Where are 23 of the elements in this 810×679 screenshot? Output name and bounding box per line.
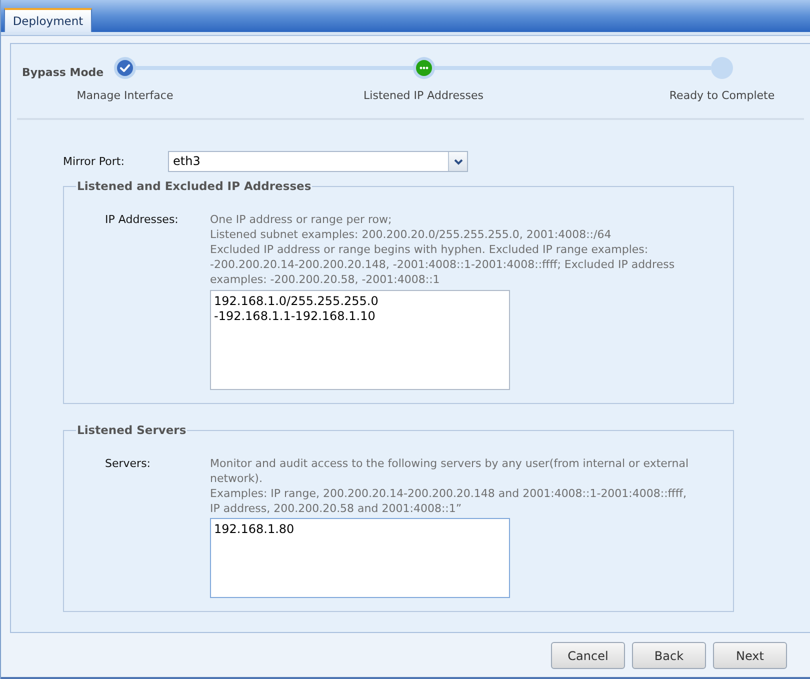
tab[interactable]: Deployment [4, 8, 92, 32]
field-label: Servers: [105, 456, 152, 471]
wizard-button[interactable]: Cancel [551, 642, 625, 669]
step-label: Listened IP Addresses [364, 88, 484, 103]
hint-text: Examples: IP range, 200.200.20.14-200.200.20.148 and 2001:4008::1-2001:4008::ffff, IP address, 200.200.20.58 and 2001:4008::1” [210, 486, 688, 516]
step-label: Ready to Complete [669, 88, 775, 103]
field-label: Mirror Port: [63, 154, 126, 169]
address-textarea[interactable]: 192.168.1.0/255.255.255.0 -192.168.1.1-192.168.1.10 [210, 290, 510, 390]
mirror-port-select[interactable]: eth3 [168, 151, 468, 172]
group-legend: Listened Servers [76, 423, 188, 438]
step-label: Manage Interface [76, 88, 174, 103]
group-legend: Listened and Excluded IP Addresses [76, 179, 312, 194]
field-label: IP Addresses: [105, 212, 180, 227]
wizard-button[interactable]: Next [713, 642, 787, 669]
wizard-button[interactable]: Back [632, 642, 706, 669]
address-textarea[interactable]: 192.168.1.80 [210, 518, 510, 598]
chevron-down-icon [454, 158, 462, 164]
hint-text: Monitor and audit access to the following servers by any user(from internal or external network). [210, 456, 690, 486]
dropdown-button[interactable] [448, 152, 467, 171]
hint-text: Listened subnet examples: 200.200.20.0/255.255.255.0, 2001:4008::/64 [210, 227, 612, 242]
wizard-title: Bypass Mode [22, 65, 105, 80]
hint-text: Excluded IP address or range begins with hyphen. Excluded IP range examples: -200.200.20.14-200.200.20.148, -2001:4008::1-2001:4008::ffff; Excluded IP address examples: -200.200.20.58, -2001:4008::1 [210, 242, 676, 287]
hint-text: One IP address or range per row; [210, 212, 393, 227]
